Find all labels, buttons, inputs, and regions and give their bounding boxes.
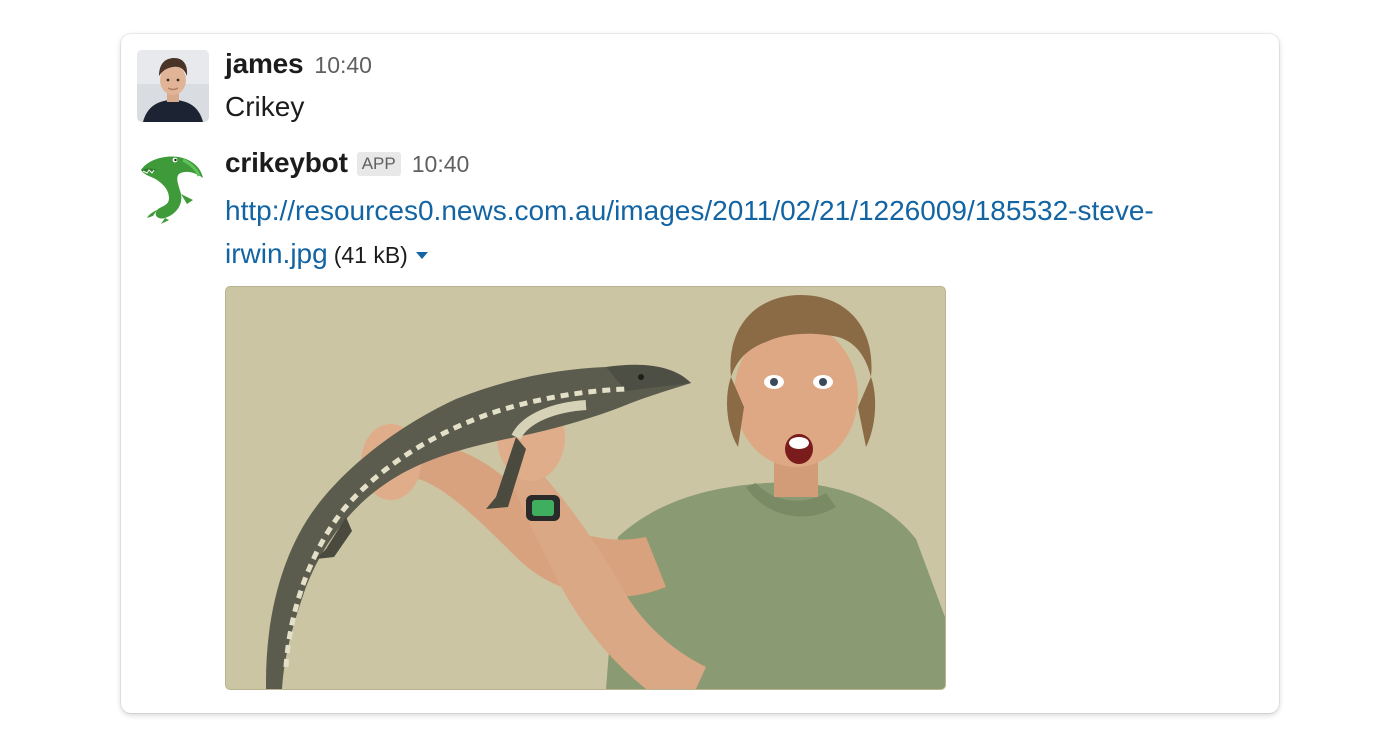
user-photo-icon — [137, 50, 209, 122]
message-text: Crikey — [225, 91, 305, 122]
message-james: james 10:40 Crikey — [225, 48, 1259, 128]
attachment-image[interactable] — [225, 286, 946, 690]
avatar-crikeybot[interactable] — [135, 148, 211, 224]
message-header: crikeybot APP 10:40 — [225, 147, 1259, 187]
attachment-link-line: http://resources0.news.com.au/images/201… — [225, 189, 1265, 277]
message-crikeybot: crikeybot APP 10:40 http://resources0.ne… — [225, 147, 1259, 277]
message-header: james 10:40 — [225, 48, 1259, 88]
crocodile-icon — [135, 148, 211, 224]
author-name[interactable]: james — [225, 48, 304, 80]
avatar-james[interactable] — [137, 50, 209, 122]
timestamp[interactable]: 10:40 — [314, 52, 372, 79]
attachment-link-text-part1: http://resources0.news.com.au/images/201… — [225, 195, 1154, 226]
app-badge: APP — [356, 152, 401, 176]
author-name[interactable]: crikeybot — [225, 147, 348, 179]
file-size: (41 kB) — [333, 242, 408, 268]
message-pane: james 10:40 Crikey crikeybot APP 10:40 h… — [121, 34, 1279, 713]
chevron-down-icon[interactable] — [415, 252, 428, 259]
man-holding-crocodile-icon — [226, 287, 945, 689]
attachment-link-text-part2: irwin.jpg — [225, 238, 328, 269]
timestamp[interactable]: 10:40 — [412, 151, 470, 178]
